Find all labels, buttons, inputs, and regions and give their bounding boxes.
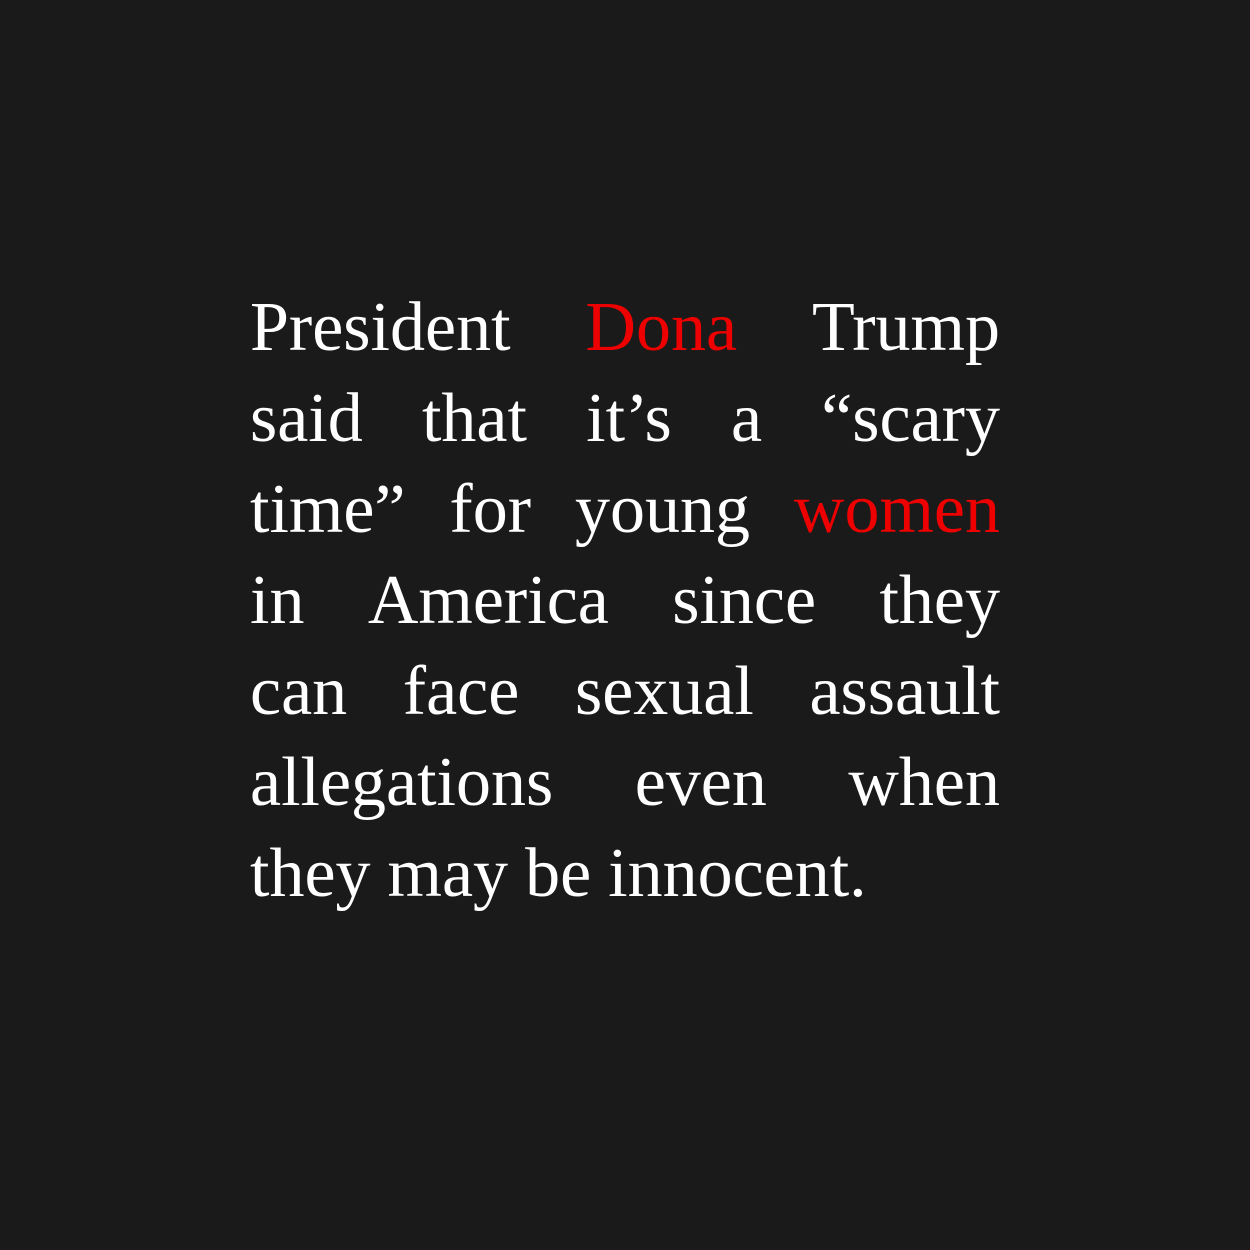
quote-line: time” for young women [250, 464, 1000, 555]
quote-word: even [634, 744, 767, 821]
quote-line: said that it’s a “scary [250, 373, 1000, 464]
quote-word: allegations [250, 744, 554, 821]
quote-word: sexual [574, 653, 754, 730]
highlighted-word: women [793, 471, 1000, 548]
quote-word: when [848, 744, 1000, 821]
highlighted-word: Dona [585, 289, 738, 366]
quote-word: a [730, 380, 763, 457]
quote-line: can face sexual assault [250, 646, 1000, 737]
quote-word: young [574, 471, 750, 548]
quote-word: time” [250, 471, 406, 548]
quote-word: it’s [586, 380, 672, 457]
quote-word: can [250, 653, 348, 730]
quote-word: face [402, 653, 520, 730]
quote-word: since [672, 562, 817, 639]
quote-card: President Dona Trump said that it’s a “scary tim… [0, 0, 1250, 1250]
quote-word: for [449, 471, 532, 548]
quote-word: innocent. [608, 835, 867, 912]
quote-word: assault [809, 653, 1000, 730]
quote-word: in [250, 562, 305, 639]
quote-line: allegations even when [250, 737, 1000, 828]
quote-word: that [421, 380, 527, 457]
quote-word: may [387, 835, 509, 912]
quote-word: they [879, 562, 1000, 639]
quote-word: they [250, 835, 371, 912]
quote-text: President Dona Trump said that it’s a “scary tim… [250, 282, 1000, 919]
quote-line: President Dona Trump [250, 282, 1000, 373]
quote-word: Trump [811, 289, 1000, 366]
quote-line: in America since they [250, 555, 1000, 646]
quote-word: be [525, 835, 592, 912]
quote-word: President [250, 289, 511, 366]
quote-word: said [250, 380, 363, 457]
quote-line: they may be innocent. [250, 828, 1000, 919]
quote-word: America [367, 562, 609, 639]
quote-word: “scary [821, 380, 1000, 457]
